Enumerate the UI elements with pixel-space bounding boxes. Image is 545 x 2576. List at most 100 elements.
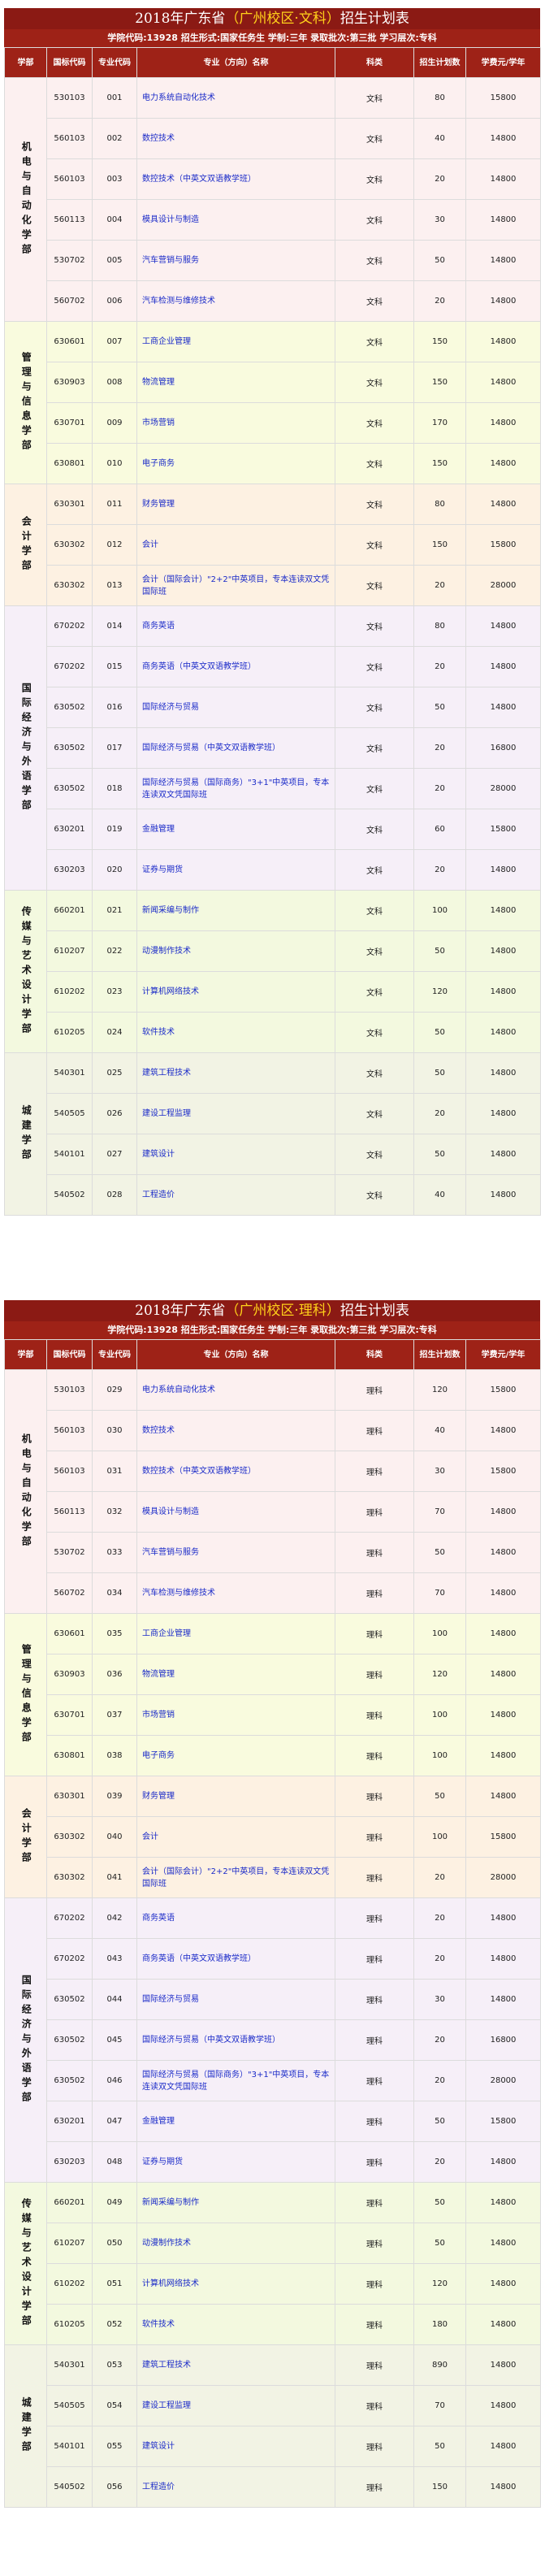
plan-count-cell: 50	[413, 1052, 466, 1094]
national-code-cell: 630801	[46, 443, 93, 484]
enrollment-table: 学部 国标代码 专业代码 专业（方向）名称 科类 招生计划数 学费元/学年 机电与自动化学部 5…	[4, 1339, 541, 2508]
major-code-cell: 026	[92, 1093, 137, 1134]
plan-count-cell: 50	[413, 1134, 466, 1175]
tuition-cell: 14800	[465, 890, 541, 931]
table-row: 610207 050 动漫制作技术 理科 50 14800	[5, 2223, 541, 2264]
major-name-cell: 工程造价	[136, 2466, 335, 2508]
major-code-cell: 041	[92, 1857, 137, 1898]
table-row: 630502 046 国际经济与贸易（国际商务）"3+1"中英项目，专本连读双文凭国…	[5, 2060, 541, 2101]
tuition-cell: 14800	[465, 1093, 541, 1134]
category-cell: 理科	[335, 1613, 414, 1654]
category-cell: 理科	[335, 2466, 414, 2508]
plan-count-cell: 150	[413, 443, 466, 484]
major-code-cell: 029	[92, 1369, 137, 1411]
major-code-cell: 012	[92, 524, 137, 566]
tuition-cell: 14800	[465, 687, 541, 728]
plan-count-cell: 100	[413, 1735, 466, 1776]
tuition-cell: 14800	[465, 2426, 541, 2467]
tuition-cell: 15800	[465, 1369, 541, 1411]
national-code-cell: 670202	[46, 1938, 93, 1980]
major-code-cell: 017	[92, 727, 137, 769]
table-title: 2018年广东省（广州校区·理科）招生计划表	[4, 1300, 540, 1321]
plan-count-cell: 50	[413, 1532, 466, 1573]
department-name: 国际经济与外语学部	[20, 1974, 32, 2106]
table-row: 560103 002 数控技术 文科 40 14800	[5, 118, 541, 159]
plan-count-cell: 170	[413, 402, 466, 444]
major-name-cell: 建设工程监理	[136, 2385, 335, 2426]
category-cell: 文科	[335, 1134, 414, 1175]
category-cell: 理科	[335, 2304, 414, 2345]
category-cell: 文科	[335, 199, 414, 241]
plan-count-cell: 20	[413, 646, 466, 687]
national-code-cell: 630903	[46, 362, 93, 403]
department-cell: 传媒与艺术设计学部	[4, 890, 47, 1053]
tuition-cell: 14800	[465, 1532, 541, 1573]
national-code-cell: 540301	[46, 1052, 93, 1094]
tuition-cell: 14800	[465, 1012, 541, 1053]
national-code-cell: 630601	[46, 1613, 93, 1654]
major-name-cell: 会计	[136, 1816, 335, 1858]
table-row: 国际经济与外语学部 670202 014 商务英语 文科 80 14800	[4, 605, 541, 891]
plan-count-cell: 180	[413, 2304, 466, 2345]
tuition-cell: 14800	[465, 402, 541, 444]
major-code-cell: 010	[92, 443, 137, 484]
national-code-cell: 630301	[46, 1776, 93, 1817]
plan-count-cell: 80	[413, 77, 466, 119]
national-code-cell: 630801	[46, 1735, 93, 1776]
national-code-cell: 670202	[46, 605, 93, 647]
national-code-cell: 540101	[46, 1134, 93, 1175]
plan-table-science: 2018年广东省（广州校区·理科）招生计划表 学院代码:13928 招生形式:国家…	[4, 1300, 541, 2508]
plan-count-cell: 20	[413, 2060, 466, 2101]
national-code-cell: 610202	[46, 971, 93, 1013]
tuition-cell: 28000	[465, 768, 541, 809]
tuition-cell: 14800	[465, 2182, 541, 2223]
plan-count-cell: 20	[413, 2019, 466, 2061]
tuition-cell: 14800	[465, 443, 541, 484]
category-cell: 文科	[335, 687, 414, 728]
tuition-cell: 14800	[465, 605, 541, 647]
table-row: 会计学部 630301 039 财务管理 理科 50 14800	[4, 1776, 541, 1898]
tuition-cell: 28000	[465, 565, 541, 606]
major-code-cell: 001	[92, 77, 137, 119]
major-code-cell: 054	[92, 2385, 137, 2426]
tuition-cell: 14800	[465, 1979, 541, 2020]
national-code-cell: 630502	[46, 1979, 93, 2020]
major-code-cell: 034	[92, 1572, 137, 1614]
table-row: 540502 056 工程造价 理科 150 14800	[5, 2466, 541, 2508]
major-name-cell: 物流管理	[136, 1654, 335, 1695]
table-row: 540101 027 建筑设计 文科 50 14800	[5, 1134, 541, 1175]
tuition-cell: 14800	[465, 1938, 541, 1980]
table-row: 610202 023 计算机网络技术 文科 120 14800	[5, 971, 541, 1013]
category-cell: 理科	[335, 1532, 414, 1573]
table-row: 传媒与艺术设计学部 660201 049 新闻采编与制作 理科 50 14800	[4, 2182, 541, 2345]
table-row: 管理与信息学部 630601 035 工商企业管理 理科 100 14800	[4, 1613, 541, 1776]
plan-count-cell: 30	[413, 199, 466, 241]
national-code-cell: 630502	[46, 687, 93, 728]
table-row: 630302 013 会计（国际会计）"2+2"中英项目，专本连读双文凭国际班 文科 2…	[5, 565, 541, 606]
title-campus: （广州校区·文科）	[225, 11, 340, 27]
tuition-cell: 14800	[465, 971, 541, 1013]
tuition-cell: 14800	[465, 1134, 541, 1175]
major-code-cell: 051	[92, 2263, 137, 2305]
category-cell: 理科	[335, 2060, 414, 2101]
major-name-cell: 国际经济与贸易（中英文双语教学班）	[136, 727, 335, 769]
category-cell: 文科	[335, 930, 414, 972]
major-code-cell: 042	[92, 1897, 137, 1939]
major-name-cell: 国际经济与贸易（中英文双语教学班）	[136, 2019, 335, 2061]
category-cell: 理科	[335, 1410, 414, 1451]
national-code-cell: 530103	[46, 77, 93, 119]
major-name-cell: 市场营销	[136, 1694, 335, 1736]
department-name: 传媒与艺术设计学部	[20, 2197, 32, 2330]
national-code-cell: 610205	[46, 2304, 93, 2345]
major-name-cell: 财务管理	[136, 1776, 335, 1817]
department-cell: 传媒与艺术设计学部	[4, 2182, 47, 2345]
header-row: 学部 国标代码 专业代码 专业（方向）名称 科类 招生计划数 学费元/学年	[4, 1339, 541, 1370]
plan-count-cell: 20	[413, 158, 466, 200]
major-name-cell: 商务英语（中英文双语教学班）	[136, 1938, 335, 1980]
major-name-cell: 动漫制作技术	[136, 2223, 335, 2264]
plan-count-cell: 50	[413, 2223, 466, 2264]
table-row: 610202 051 计算机网络技术 理科 120 14800	[5, 2263, 541, 2305]
table-row: 城建学部 540301 053 建筑工程技术 理科 890 14800	[4, 2344, 541, 2508]
plan-count-cell: 100	[413, 1613, 466, 1654]
major-name-cell: 电力系统自动化技术	[136, 77, 335, 119]
